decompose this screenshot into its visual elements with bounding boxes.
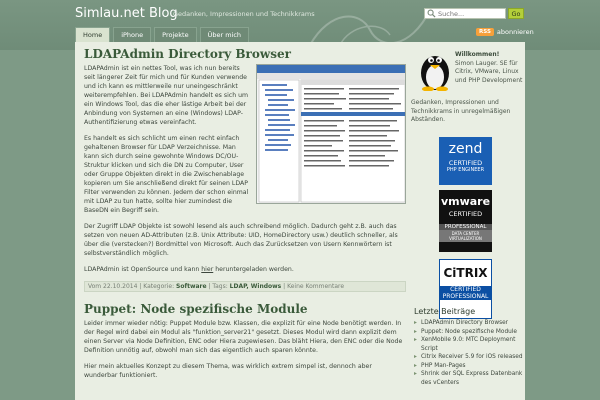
- citrix-cert-line2: PROFESSIONAL: [440, 293, 491, 300]
- search-box[interactable]: [424, 8, 506, 19]
- recent-post-link[interactable]: LDAPAdmin Directory Browser: [411, 319, 525, 328]
- citrix-cert-line1: CERTIFIED: [440, 286, 491, 293]
- vmware-cert-line1: CERTIFIED: [448, 210, 483, 218]
- post-paragraph: Hier mein aktuelles Konzept zu diesem Th…: [84, 363, 372, 379]
- screenshot-image: [257, 65, 405, 203]
- post: LDAPAdmin Directory Browser LDAPAdmin is…: [80, 47, 410, 292]
- post-title[interactable]: LDAPAdmin Directory Browser: [84, 47, 410, 61]
- welcome-box: Willkommen! Simon Lauger. SE für Citrix,…: [455, 51, 523, 85]
- citrix-logo: CiTRIX: [443, 266, 488, 280]
- recent-post-link[interactable]: Citrix Receiver 5.9 for iOS released: [411, 353, 525, 362]
- recent-post-link[interactable]: XenMobile 9.0: MTC Deployment Script: [411, 336, 525, 353]
- search-go-button[interactable]: Go: [508, 8, 524, 19]
- zend-cert-line1: CERTIFIED: [448, 159, 483, 167]
- recent-posts-list: LDAPAdmin Directory Browser Puppet: Node…: [411, 319, 525, 387]
- rss-label[interactable]: abonnieren: [497, 28, 534, 36]
- tux-avatar-icon: [421, 56, 449, 91]
- recent-post-link[interactable]: Puppet: Node spezifische Module: [411, 328, 525, 337]
- download-link[interactable]: hier: [201, 266, 213, 273]
- sidebar: Willkommen! Simon Lauger. SE für Citrix,…: [411, 47, 525, 400]
- welcome-text: Simon Lauger. SE für Citrix, VMware, Lin…: [455, 59, 523, 84]
- vmware-logo: vmware: [440, 195, 491, 208]
- tab-home[interactable]: Home: [75, 27, 111, 42]
- welcome-subtext: Gedanken, Impressionen und Technikkrams …: [411, 99, 511, 123]
- rss-subscribe[interactable]: RSS abonnieren: [476, 28, 534, 36]
- main-nav: Home iPhone Projekte Über mich: [75, 27, 250, 42]
- recent-posts-title: Letzte Beiträge: [414, 307, 476, 316]
- tab-projekte[interactable]: Projekte: [154, 27, 197, 42]
- ldapadmin-screenshot[interactable]: [256, 64, 406, 204]
- tab-ueber-mich[interactable]: Über mich: [199, 27, 250, 42]
- zend-logo: zend: [448, 141, 483, 157]
- post-body: Leider immer wieder nötig: Puppet Module…: [84, 319, 406, 380]
- search-input[interactable]: [436, 9, 504, 18]
- site-tagline: Gedanken, Impressionen und Technikkrams: [173, 10, 315, 18]
- recent-post-link[interactable]: Shrink der SQL Express Datenbank des vCe…: [411, 370, 525, 387]
- download-text: LDAPAdmin ist OpenSource und kann: [84, 266, 202, 273]
- post: Puppet: Node spezifische Module Leider i…: [80, 302, 410, 380]
- vmware-cert-line2: PROFESSIONAL: [439, 224, 492, 230]
- main-column: LDAPAdmin Directory Browser LDAPAdmin is…: [80, 47, 410, 387]
- post-meta: Vom 22.10.2014 | Kategorie: Software | T…: [84, 281, 406, 292]
- tags-prefix: | Tags:: [206, 283, 230, 290]
- category-link[interactable]: Software: [176, 283, 207, 290]
- comments-link[interactable]: | Keine Kommentare: [281, 283, 344, 290]
- zend-cert-line2: PHP ENGINEER: [446, 167, 485, 173]
- zend-certification-badge[interactable]: zend CERTIFIED PHP ENGINEER: [439, 137, 492, 185]
- post-paragraph: Leider immer wieder nötig: Puppet Module…: [84, 320, 403, 354]
- recent-posts-widget: Letzte Beiträge LDAPAdmin Directory Brow…: [411, 307, 525, 387]
- tags-links[interactable]: LDAP, Windows: [230, 283, 282, 290]
- vmware-cert-line3: DATA CENTER VIRTUALIZATION: [439, 230, 492, 242]
- search-icon: [427, 9, 436, 18]
- tab-iphone[interactable]: iPhone: [113, 27, 152, 42]
- post-body: LDAPAdmin ist ein nettes Tool, was ich n…: [84, 64, 406, 274]
- vmware-certification-badge[interactable]: vmware CERTIFIED PROFESSIONAL DATA CENTE…: [439, 190, 492, 252]
- download-text-end: heruntergeladen werden.: [213, 266, 294, 273]
- post-date: Vom 22.10.2014 | Kategorie:: [88, 283, 177, 290]
- rss-icon[interactable]: RSS: [476, 28, 494, 36]
- recent-post-link[interactable]: PHP Man-Pages: [411, 362, 525, 371]
- site-title[interactable]: Simlau.net Blog: [75, 6, 178, 21]
- post-title[interactable]: Puppet: Node spezifische Module: [84, 302, 410, 316]
- post-paragraph: Der Zugriff LDAP Objekte ist sowohl lese…: [84, 223, 398, 257]
- post-paragraph: LDAPAdmin ist OpenSource und kann hier h…: [84, 265, 406, 274]
- welcome-title: Willkommen!: [455, 51, 500, 58]
